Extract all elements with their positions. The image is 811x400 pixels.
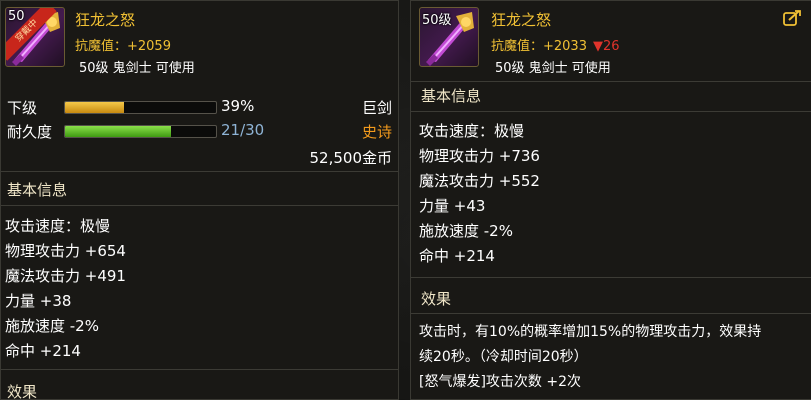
- grade-percent: 39%: [221, 97, 255, 115]
- stat-cast-speed: 施放速度 -2%: [5, 317, 99, 335]
- effect-title: 效果: [7, 383, 38, 400]
- resist-decrease: ▼26: [592, 39, 620, 54]
- effect-line: 续20秒。（冷却时间20秒）: [419, 349, 588, 365]
- grade-bar-fill: [65, 102, 124, 113]
- durability-bar: [64, 125, 217, 138]
- basic-info-title: 基本信息: [421, 87, 482, 105]
- resist-value: 抗魔值：+2033 ▼26: [491, 35, 620, 54]
- stat-attack-speed: 攻击速度：极慢: [5, 217, 111, 235]
- item-level-badge: 50: [8, 9, 25, 24]
- divider: [411, 81, 811, 82]
- item-level-badge: 50级: [422, 13, 452, 28]
- stat-magic-attack: 魔法攻击力 +552: [419, 172, 540, 190]
- compare-item-tooltip: 50级 狂龙之怒 抗魔值：+2033 ▼26 50级 鬼剑士 可使用 基本信息 攻…: [410, 0, 811, 400]
- stat-strength: 力量 +38: [5, 292, 72, 310]
- effect-title: 效果: [421, 290, 452, 308]
- edit-share-icon[interactable]: [783, 10, 801, 26]
- stat-magic-attack: 魔法攻击力 +491: [5, 267, 126, 285]
- item-name: 狂龙之怒: [75, 11, 136, 29]
- item-icon: 穿戴中 50: [5, 7, 65, 67]
- equipped-item-tooltip: 穿戴中 50 狂龙之怒 抗魔值：+2059 50级 鬼剑士 可使用 下级 39%…: [0, 0, 399, 400]
- item-name: 狂龙之怒: [491, 11, 552, 29]
- durability-label: 耐久度: [7, 123, 53, 141]
- basic-info-title: 基本信息: [7, 181, 68, 199]
- price-text: 52,500金币: [309, 149, 393, 167]
- divider: [1, 205, 398, 206]
- durability-bar-fill: [65, 126, 171, 137]
- effect-line: [怒气爆发]攻击次数 +2次: [419, 374, 582, 390]
- stat-accuracy: 命中 +214: [5, 342, 81, 360]
- rarity-label: 史诗: [361, 123, 392, 141]
- requirement-text: 50级 鬼剑士 可使用: [79, 61, 195, 76]
- stat-cast-speed: 施放速度 -2%: [419, 222, 513, 240]
- resist-text: 抗魔值：+2033: [491, 39, 587, 54]
- divider: [1, 369, 398, 370]
- grade-label: 下级: [7, 99, 38, 117]
- effect-line: 攻击时，有10%的概率增加15%的物理攻击力，效果持: [419, 324, 762, 340]
- divider: [411, 111, 811, 112]
- divider: [411, 313, 811, 314]
- item-icon: 50级: [419, 7, 479, 67]
- divider: [411, 277, 811, 278]
- grade-bar: [64, 101, 217, 114]
- requirement-text: 50级 鬼剑士 可使用: [495, 61, 611, 76]
- stat-physical-attack: 物理攻击力 +736: [419, 147, 540, 165]
- weapon-type: 巨剑: [361, 99, 392, 117]
- stat-strength: 力量 +43: [419, 197, 486, 215]
- stat-physical-attack: 物理攻击力 +654: [5, 242, 126, 260]
- stat-attack-speed: 攻击速度：极慢: [419, 122, 525, 140]
- durability-value: 21/30: [221, 121, 265, 139]
- resist-value: 抗魔值：+2059: [75, 39, 171, 54]
- divider: [1, 171, 398, 172]
- stat-accuracy: 命中 +214: [419, 247, 495, 265]
